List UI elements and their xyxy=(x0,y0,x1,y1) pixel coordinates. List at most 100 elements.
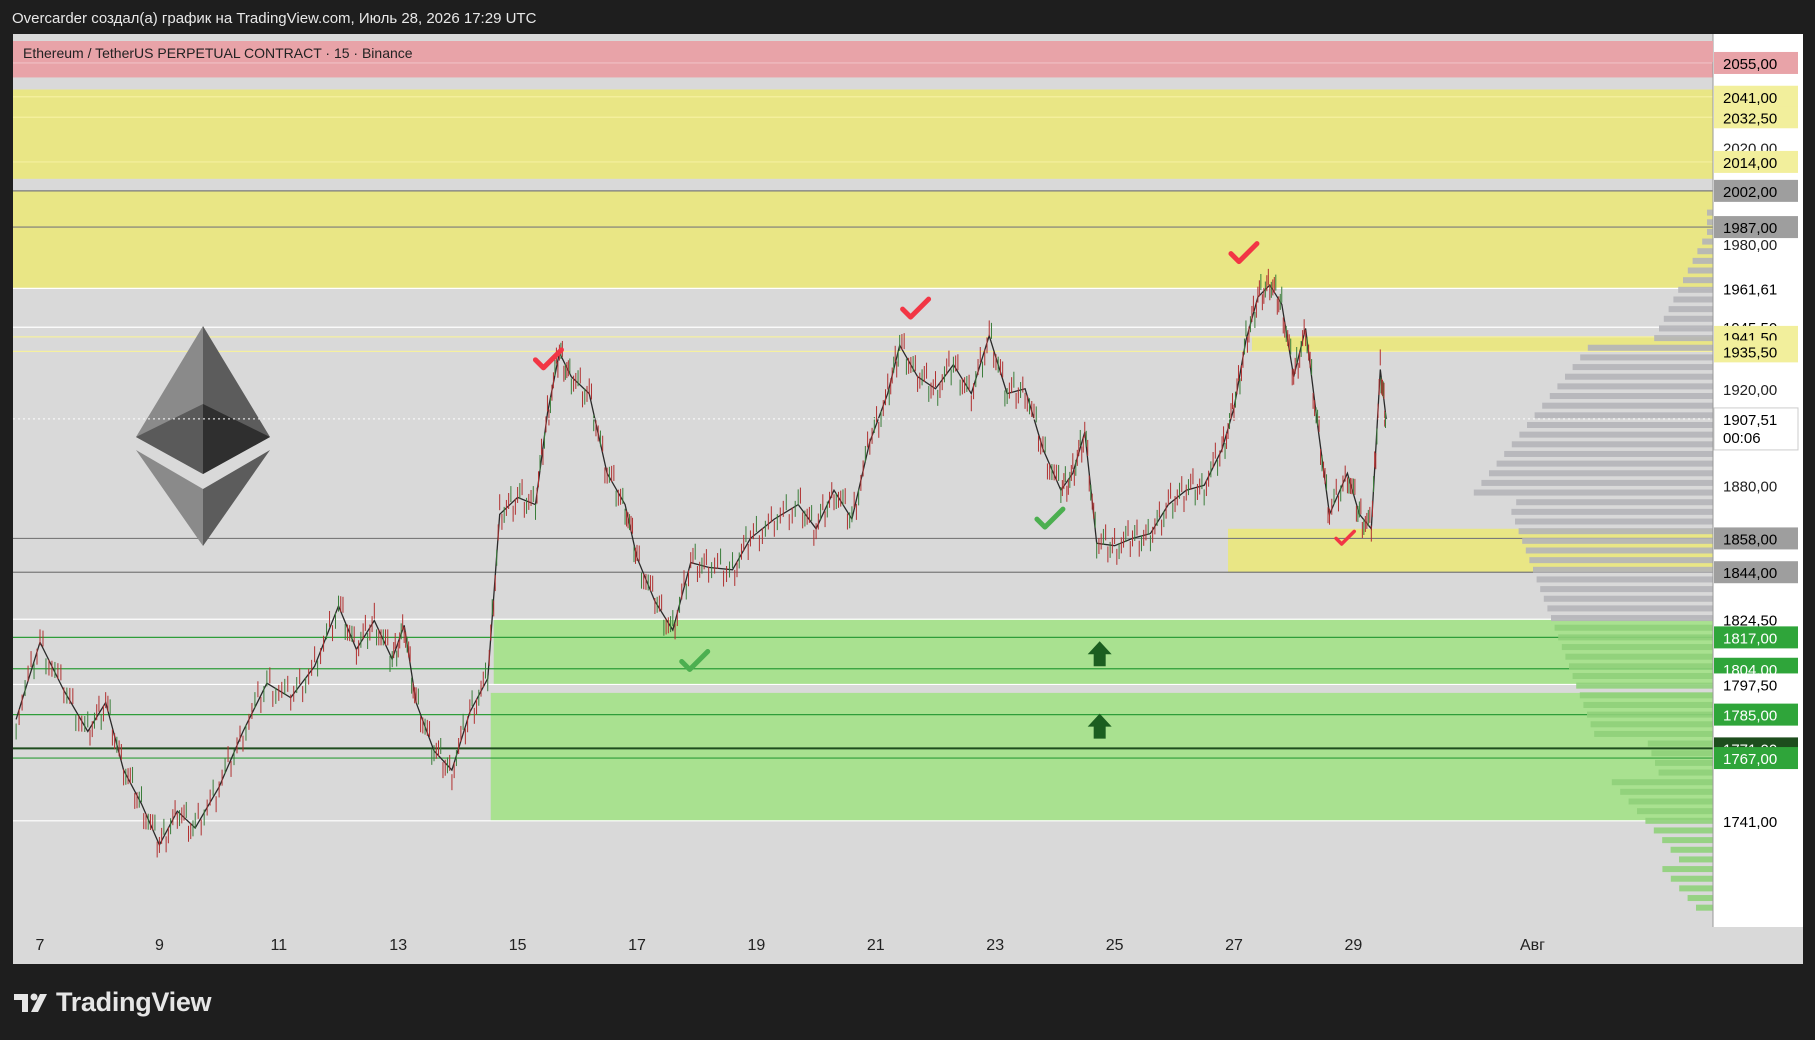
zone-demand-2[interactable] xyxy=(490,692,1713,821)
chart-area[interactable]: 2055,00 2041,00 2032,50 2020,00 2014,00 2002,… xyxy=(13,34,1803,964)
check-red-icon[interactable] xyxy=(900,296,932,320)
volume-profile-bar xyxy=(1536,576,1713,583)
price-label: 1844,00 xyxy=(1723,565,1777,582)
volume-profile-bar xyxy=(1687,895,1713,902)
volume-profile-bar xyxy=(1561,644,1713,651)
ethereum-logo-icon xyxy=(136,326,270,546)
volume-profile-bar xyxy=(1572,364,1713,371)
volume-profile-bar xyxy=(1569,663,1713,670)
volume-profile-bar xyxy=(1662,866,1713,873)
volume-profile-bar xyxy=(1518,528,1713,535)
price-label: 1920,00 xyxy=(1723,382,1777,399)
volume-profile-bar xyxy=(1554,624,1713,631)
volume-profile-bar xyxy=(1557,383,1713,390)
volume-profile-bar xyxy=(1543,595,1713,602)
volume-profile-bar xyxy=(1655,759,1713,766)
volume-profile-bar xyxy=(1511,441,1713,448)
volume-profile-bar xyxy=(1511,508,1713,515)
price-label: 2055,00 xyxy=(1723,56,1777,73)
volume-profile-bar xyxy=(1662,837,1713,844)
volume-profile-bar xyxy=(1683,277,1713,284)
x-tick-label: 29 xyxy=(1345,937,1363,954)
volume-profile-bar xyxy=(1645,817,1713,824)
x-tick-label: 23 xyxy=(986,937,1004,954)
price-label: 1880,00 xyxy=(1723,478,1777,495)
volume-profile-bar xyxy=(1679,885,1713,892)
volume-profile-bar xyxy=(1576,682,1713,689)
volume-profile-bar xyxy=(1679,856,1713,863)
price-label: 1935,50 xyxy=(1723,344,1777,361)
volume-profile-bar xyxy=(1558,634,1713,641)
volume-profile-bar xyxy=(1620,788,1713,795)
x-tick-label: 15 xyxy=(509,937,527,954)
volume-profile-bar xyxy=(1670,846,1713,853)
price-label: 1817,00 xyxy=(1723,630,1777,647)
volume-profile-bar xyxy=(1525,547,1713,554)
price-chart[interactable]: 2055,002041,002032,502020,002014,002002,… xyxy=(13,34,1803,964)
zone-resistance-upper[interactable] xyxy=(13,89,1713,179)
x-tick-label: 17 xyxy=(628,937,646,954)
volume-profile-bar xyxy=(1587,344,1713,351)
volume-profile-bar xyxy=(1697,248,1713,255)
volume-profile-bar xyxy=(1659,325,1713,332)
volume-profile-bar xyxy=(1707,209,1713,216)
volume-profile-bar xyxy=(1696,904,1713,911)
volume-profile-bar xyxy=(1580,354,1713,361)
volume-profile-bar xyxy=(1651,750,1713,757)
volume-profile-bar xyxy=(1547,605,1713,612)
volume-profile-bar xyxy=(1533,566,1713,573)
volume-profile-bar xyxy=(1565,653,1713,660)
symbol-title[interactable]: Ethereum / TetherUS PERPETUAL CONTRACT ·… xyxy=(23,45,413,61)
price-label: 1987,00 xyxy=(1723,220,1777,237)
volume-profile-bar xyxy=(1489,470,1713,477)
chart-caption: Overcarder создал(а) график на TradingVi… xyxy=(12,10,537,27)
volume-profile-bar xyxy=(1707,219,1713,226)
x-tick-label: 11 xyxy=(270,937,287,954)
volume-profile-bar xyxy=(1692,257,1713,264)
volume-profile-bar xyxy=(1647,740,1713,747)
price-label: 2032,50 xyxy=(1723,110,1777,127)
volume-profile-bar xyxy=(1522,537,1713,544)
check-green-icon[interactable] xyxy=(1034,506,1066,530)
volume-profile-bar xyxy=(1534,412,1713,419)
volume-profile-bar xyxy=(1687,267,1713,274)
volume-profile-bar xyxy=(1594,730,1713,737)
x-tick-label: 21 xyxy=(867,937,885,954)
volume-profile-bar xyxy=(1504,450,1713,457)
tradingview-logo[interactable]: TradingView xyxy=(14,987,212,1018)
volume-profile-bar xyxy=(1637,808,1713,815)
volume-profile-bar xyxy=(1572,672,1713,679)
price-label: 1858,00 xyxy=(1723,531,1777,548)
volume-profile-bar xyxy=(1529,557,1713,564)
price-label: 1767,00 xyxy=(1723,751,1777,768)
volume-profile-bar xyxy=(1628,798,1713,805)
volume-profile-bar xyxy=(1481,479,1713,486)
price-label: 2002,00 xyxy=(1723,184,1777,201)
volume-profile-bar xyxy=(1678,286,1713,293)
tradingview-logo-text: TradingView xyxy=(56,987,212,1017)
volume-profile-bar xyxy=(1670,875,1713,882)
last-price-label: 1907,51 xyxy=(1723,412,1777,429)
volume-profile-bar xyxy=(1516,499,1713,506)
price-label: 1785,00 xyxy=(1723,708,1777,725)
volume-profile-bar xyxy=(1519,431,1713,438)
volume-profile-bar xyxy=(1587,711,1713,718)
volume-profile-bar xyxy=(1663,315,1713,322)
volume-profile-bar xyxy=(1542,402,1713,409)
volume-profile-bar xyxy=(1707,228,1713,235)
volume-profile-bar xyxy=(1668,306,1713,313)
volume-profile-bar xyxy=(1702,238,1713,245)
price-label: 2041,00 xyxy=(1723,90,1777,107)
x-tick-label: Авг xyxy=(1520,937,1545,954)
price-label: 1797,50 xyxy=(1723,677,1777,694)
volume-profile-bar xyxy=(1611,779,1713,786)
zone-resistance-lower[interactable] xyxy=(13,190,1713,289)
x-tick-label: 19 xyxy=(748,937,766,954)
x-tick-label: 13 xyxy=(389,937,407,954)
volume-profile-bar xyxy=(1496,460,1713,467)
tradingview-logo-icon xyxy=(14,993,47,1012)
volume-profile-bar xyxy=(1590,721,1713,728)
volume-profile-bar xyxy=(1549,393,1713,400)
price-label: 1980,00 xyxy=(1723,237,1777,254)
volume-profile-bar xyxy=(1565,373,1713,380)
